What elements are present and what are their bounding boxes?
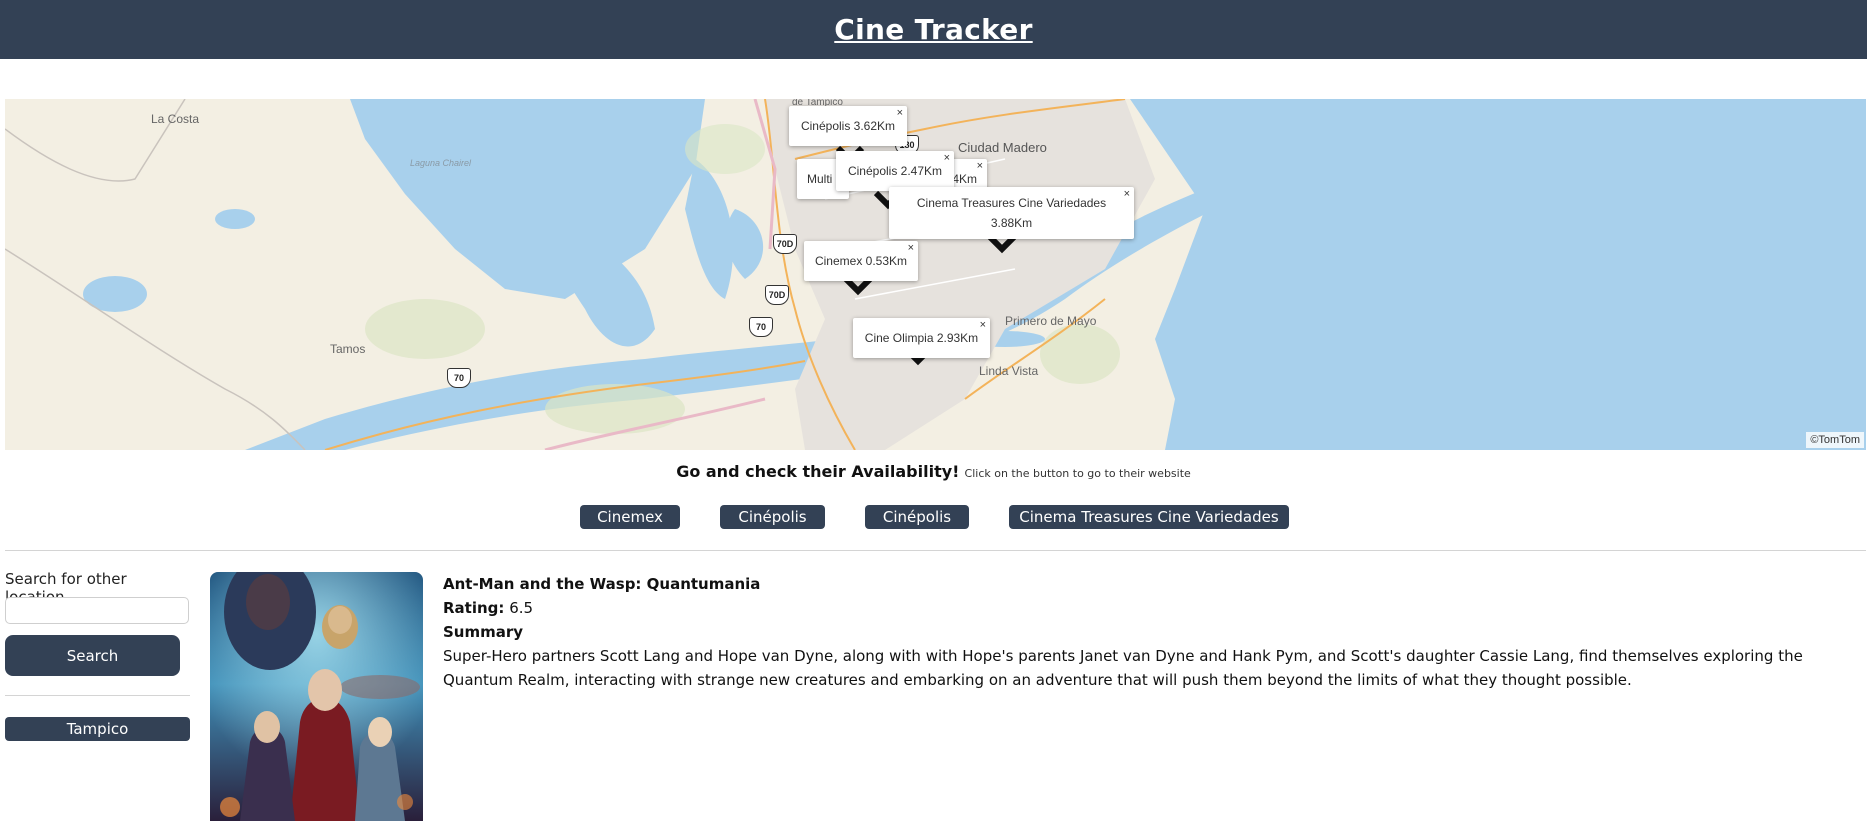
popup-close-icon[interactable]: × [897,106,903,120]
map-popup-cinepolis-2[interactable]: Cinépolis 2.47Km × [836,151,954,191]
sidebar-divider [5,695,190,696]
road-shield-70: 70 [749,317,773,337]
movie-rating: Rating: 6.5 [443,596,1843,620]
rating-value: 6.5 [509,599,534,617]
location-button-tampico[interactable]: Tampico [5,717,190,741]
popup-close-icon[interactable]: × [944,151,950,165]
cinema-button-cinepolis[interactable]: Cinépolis [720,505,825,529]
place-label-primero-de-mayo: Primero de Mayo [1005,314,1097,328]
popup-close-icon[interactable]: × [977,159,983,173]
search-location-input[interactable] [5,597,189,624]
place-label-tamos: Tamos [330,342,366,356]
place-label-linda-vista: Linda Vista [979,364,1039,378]
map-popup-cinema-treasures[interactable]: Cinema Treasures Cine Variedades 3.88Km … [889,187,1134,239]
road-shield-70d: 70D [773,234,797,254]
location-sidebar: Search for other location Search Tampico [5,570,190,741]
summary-label: Summary [443,623,524,641]
section-divider [5,550,1866,551]
road-shield-70: 70 [447,368,471,388]
popup-label: Cinemex 0.53Km [814,254,908,268]
popup-label: Multi [807,172,833,186]
movie-title: Ant-Man and the Wasp: Quantumania [443,575,761,593]
cinema-button-cinemex[interactable]: Cinemex [580,505,680,529]
road-shield-70d: 70D [765,285,789,305]
map-view[interactable]: La Costa Laguna Chairel Ciudad Madero Ta… [5,99,1866,450]
place-label-ciudad-madero: Ciudad Madero [958,140,1047,155]
cinema-button-cinepolis[interactable]: Cinépolis [865,505,969,529]
popup-close-icon[interactable]: × [1124,187,1130,201]
map-popup-cinepolis-1[interactable]: Cinépolis 3.62Km × [789,106,907,146]
rating-label: Rating: [443,599,505,617]
popup-label: Cine Olimpia 2.93Km [864,331,979,345]
popup-label: Cinépolis 3.62Km [800,119,896,133]
availability-line: Go and check their Availability! Click o… [0,462,1867,481]
search-button[interactable]: Search [5,635,180,676]
popup-close-icon[interactable]: × [908,241,914,255]
movie-info: Ant-Man and the Wasp: Quantumania Rating… [443,572,1843,692]
map-popup-cinemex[interactable]: Cinemex 0.53Km × [804,241,918,281]
availability-headline: Go and check their Availability! [676,462,960,481]
popup-label: 4Km [952,172,977,186]
movie-poster [210,572,423,821]
map-popup-cine-olimpia[interactable]: Cine Olimpia 2.93Km × [853,318,990,358]
app-title[interactable]: Cine Tracker [834,13,1032,46]
place-label-la-costa: La Costa [151,112,200,126]
map-credit[interactable]: ©TomTom [1806,432,1864,448]
popup-close-icon[interactable]: × [980,318,986,332]
popup-label: Cinema Treasures Cine Variedades 3.88Km [916,196,1107,230]
availability-hint: Click on the button to go to their websi… [964,467,1191,480]
cinema-button-cinema-treasures[interactable]: Cinema Treasures Cine Variedades [1009,505,1289,529]
movie-summary: Super-Hero partners Scott Lang and Hope … [443,647,1803,689]
place-label-laguna-chairel: Laguna Chairel [410,158,472,168]
app-header: Cine Tracker [0,0,1867,59]
popup-label: Cinépolis 2.47Km [847,164,943,178]
